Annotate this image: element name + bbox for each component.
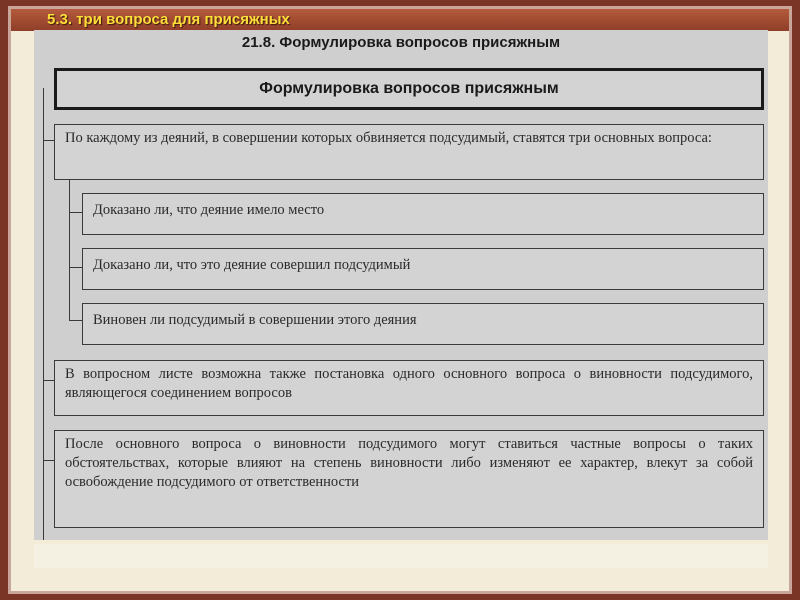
- connector-question-3: [69, 320, 82, 321]
- slide-title: 5.3. три вопроса для присяжных: [47, 11, 290, 28]
- diagram-heading: 21.8. Формулировка вопросов присяжным: [241, 34, 561, 51]
- connector-trunk: [43, 88, 44, 540]
- diagram-panel: 21.8. Формулировка вопросов присяжным Фо…: [34, 30, 768, 540]
- bottom-strip: [34, 544, 768, 568]
- connector-note-2: [43, 460, 54, 461]
- connector-questions-trunk: [69, 180, 70, 320]
- note-box-1: В вопросном листе возможна также постано…: [54, 360, 764, 416]
- connector-intro: [43, 140, 54, 141]
- title-bar: 5.3. три вопроса для присяжных: [11, 9, 789, 31]
- question-box-1: Доказано ли, что деяние имело место: [82, 193, 764, 235]
- question-box-3: Виновен ли подсудимый в совершении этого…: [82, 303, 764, 345]
- note-box-2: После основного вопроса о виновности под…: [54, 430, 764, 528]
- connector-question-2: [69, 267, 82, 268]
- slide-background: 5.3. три вопроса для присяжных 21.8. Фор…: [0, 0, 800, 600]
- question-box-2: Доказано ли, что это деяние совершил под…: [82, 248, 764, 290]
- connector-question-1: [69, 212, 82, 213]
- intro-box: По каждому из деяний, в совершении котор…: [54, 124, 764, 180]
- connector-note-1: [43, 380, 54, 381]
- main-box: Формулировка вопросов присяжным: [54, 68, 764, 110]
